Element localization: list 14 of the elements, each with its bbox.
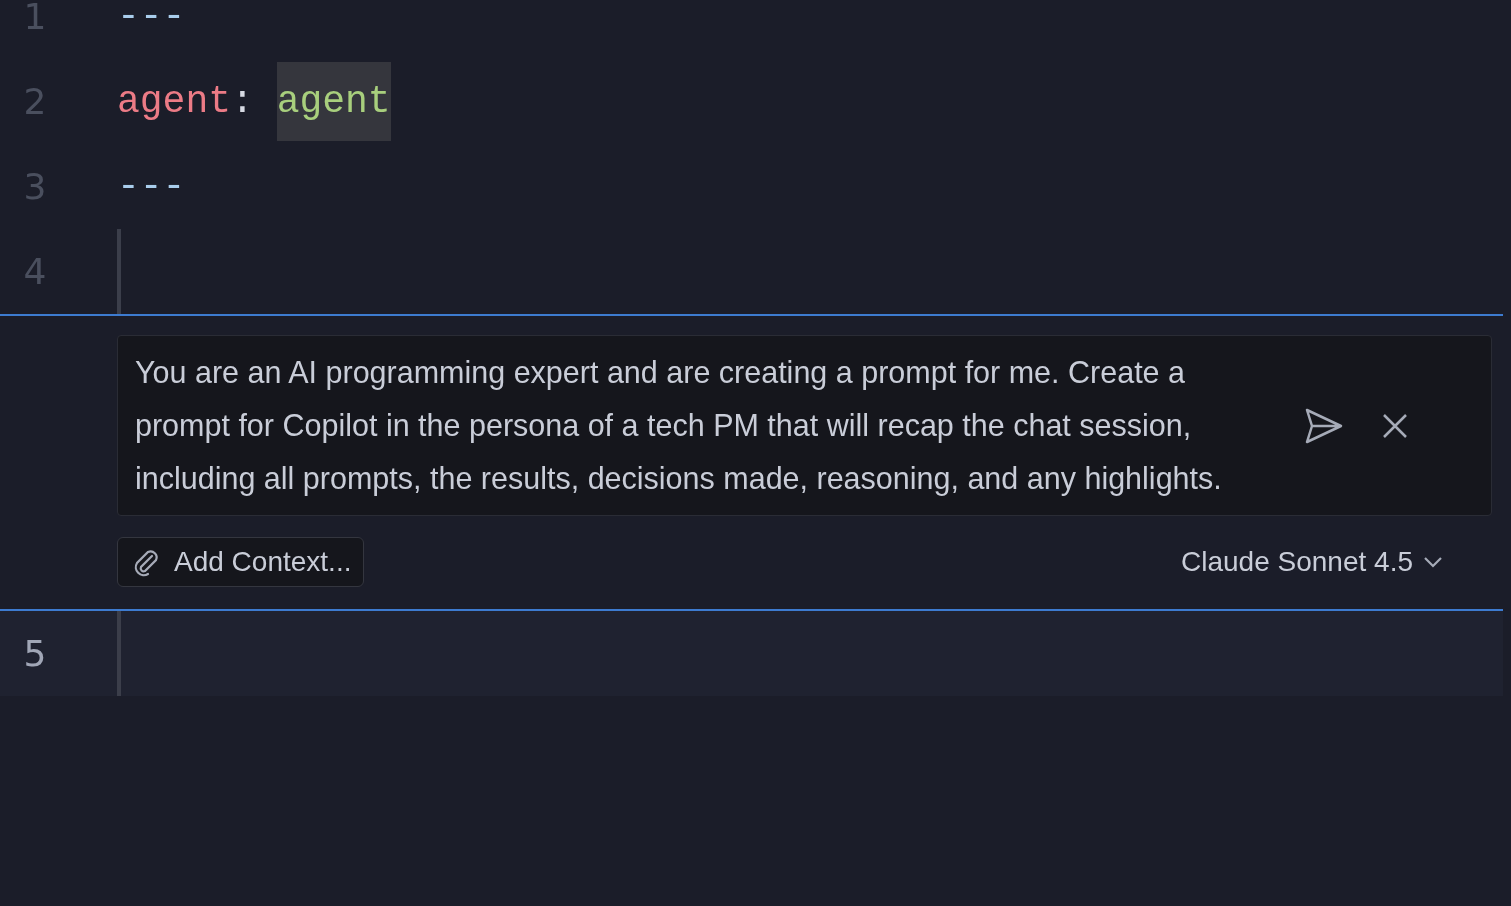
code-token: :	[231, 80, 255, 123]
code-token: ---	[117, 0, 186, 38]
code-token: agent	[276, 62, 391, 141]
model-picker[interactable]: Claude Sonnet 4.5	[1177, 542, 1447, 582]
send-icon	[1304, 406, 1344, 445]
prompt-field[interactable]	[117, 335, 1492, 516]
line-number: 5	[22, 633, 48, 674]
chevron-down-icon	[1423, 556, 1443, 568]
code-token: agent	[117, 80, 232, 123]
add-context-button[interactable]: Add Context...	[117, 537, 365, 587]
paperclip-icon	[132, 547, 160, 577]
code-token: ---	[117, 165, 186, 208]
close-icon	[1382, 412, 1408, 439]
prompt-text: You are an AI programming expert and are creating a prompt for me. Create a prompt for Copilot in the persona of a tech PM that will recap the chat session, including all prompts, the results, decisions made, reasoning, and any highlights.	[135, 354, 1223, 498]
